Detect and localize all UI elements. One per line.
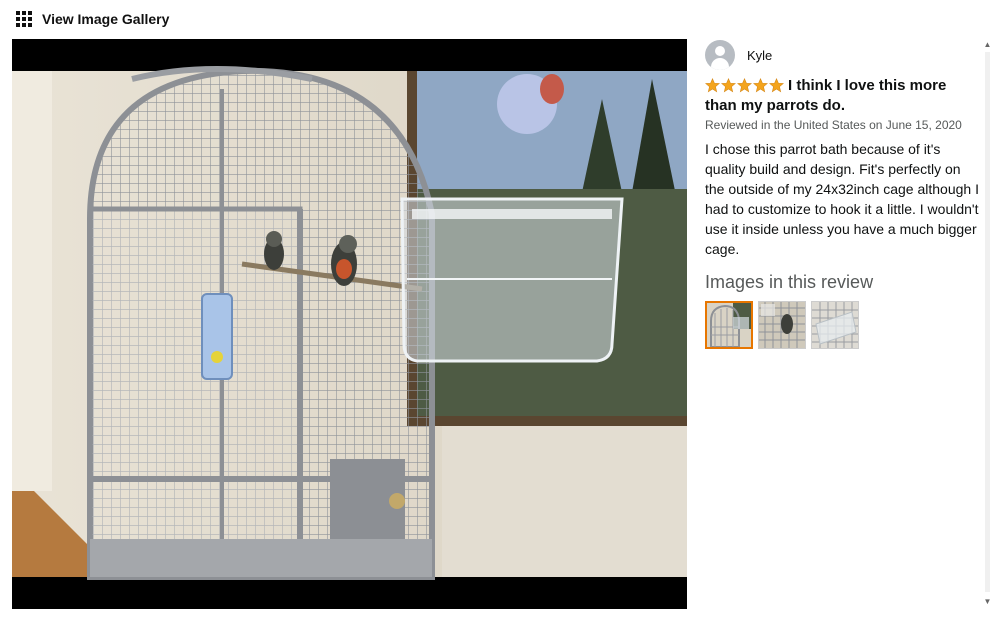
review-meta: Reviewed in the United States on June 15…	[705, 118, 962, 132]
thumbnail-strip	[705, 301, 980, 349]
review-panel: Kyle I think I love this more than my pa…	[705, 40, 980, 606]
main-image-viewer[interactable]	[12, 39, 687, 609]
star-icon	[769, 78, 784, 93]
review-body: I chose this parrot bath because of it's…	[705, 141, 979, 257]
avatar	[705, 40, 735, 70]
star-icon	[737, 78, 752, 93]
star-icon	[721, 78, 736, 93]
scroll-up-icon[interactable]: ▲	[983, 40, 992, 49]
reviewer[interactable]: Kyle	[705, 40, 980, 70]
review-thumbnail-3[interactable]	[811, 301, 859, 349]
review-title-row: I think I love this more than my parrots…	[705, 76, 980, 116]
view-image-gallery-link[interactable]: View Image Gallery	[16, 10, 169, 28]
review-thumbnail-2[interactable]	[758, 301, 806, 349]
thumbnail-image	[707, 303, 751, 347]
scroll-track[interactable]	[985, 52, 990, 592]
review-thumbnail-1[interactable]	[705, 301, 753, 349]
star-icon	[705, 78, 720, 93]
main-image	[12, 66, 687, 580]
reviewer-name: Kyle	[747, 47, 773, 63]
gallery-link-label: View Image Gallery	[42, 11, 170, 27]
star-rating	[705, 78, 785, 93]
images-header: Images in this review	[705, 272, 874, 292]
thumbnail-image	[759, 302, 805, 348]
grid-icon	[16, 11, 32, 27]
scroll-down-icon[interactable]: ▼	[983, 597, 992, 606]
thumbnail-image	[812, 302, 858, 348]
review-scrollbar[interactable]: ▲ ▼	[983, 40, 992, 606]
star-icon	[753, 78, 768, 93]
